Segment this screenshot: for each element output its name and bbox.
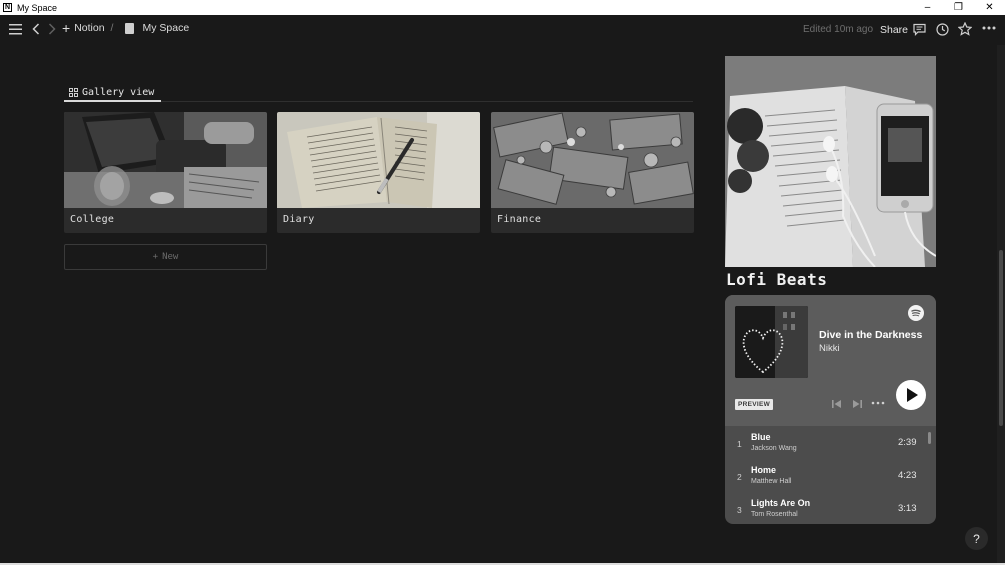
plus-icon: + (152, 252, 159, 262)
track-number: 2 (737, 472, 742, 482)
spotify-player: Dive in the Darkness Nikki PREVIEW 1 Blu… (725, 295, 936, 524)
forward-icon[interactable] (46, 22, 58, 36)
now-playing-title[interactable]: Dive in the Darkness (819, 329, 922, 341)
track-number: 1 (737, 439, 742, 449)
notion-topbar: + Notion / My Space Edited 10m ago Share (0, 15, 1005, 45)
more-options-icon[interactable] (871, 396, 885, 408)
album-art (735, 306, 808, 378)
track-row[interactable]: 3 Lights Are On Tom Rosenthal 3:13 (725, 492, 925, 524)
track-number: 3 (737, 505, 742, 515)
star-icon[interactable] (958, 22, 972, 36)
clock-icon[interactable] (936, 23, 949, 36)
play-icon (907, 388, 918, 402)
gallery-grid-icon (69, 87, 78, 97)
track-duration: 4:23 (898, 470, 917, 481)
diary-cover-image (277, 112, 480, 208)
tracklist-scrollbar[interactable] (928, 432, 931, 444)
comment-icon[interactable] (913, 23, 926, 36)
play-button[interactable] (896, 380, 926, 410)
track-artist: Jackson Wang (751, 445, 797, 452)
now-playing-artist[interactable]: Nikki (819, 343, 840, 354)
track-duration: 2:39 (898, 437, 917, 448)
window-title: My Space (17, 2, 58, 13)
restore-button[interactable]: ❐ (943, 0, 974, 15)
book-phone-photo (725, 56, 936, 267)
card-label-college: College (70, 214, 115, 225)
more-icon[interactable] (981, 21, 997, 35)
gallery-tab-label: Gallery view (82, 86, 155, 98)
track-list: 1 Blue Jackson Wang 2:39 2 Home Matthew … (725, 426, 936, 524)
card-label-diary: Diary (283, 214, 315, 225)
window-titlebar: N My Space – ❐ ✕ (0, 0, 1005, 15)
share-button[interactable]: Share (880, 24, 908, 36)
window-controls: – ❐ ✕ (912, 0, 1005, 15)
gallery-card-finance[interactable]: Finance (491, 112, 694, 233)
preview-badge: PREVIEW (735, 399, 774, 410)
track-artist: Matthew Hall (751, 478, 792, 485)
breadcrumb: + Notion / My Space (62, 21, 189, 35)
college-cover-image (64, 112, 267, 208)
page-scrollbar[interactable] (997, 45, 1005, 563)
edited-timestamp: Edited 10m ago (803, 24, 874, 35)
spotify-icon[interactable] (908, 305, 924, 321)
minimize-button[interactable]: – (912, 0, 943, 15)
card-label-finance: Finance (497, 214, 542, 225)
gallery-card-college[interactable]: College (64, 112, 267, 233)
new-card-button[interactable]: + New (64, 244, 267, 270)
scrollbar-thumb[interactable] (999, 250, 1003, 426)
previous-track-icon[interactable] (831, 397, 843, 409)
track-duration: 3:13 (898, 503, 917, 514)
track-name: Home (751, 465, 777, 475)
add-icon[interactable]: + (62, 21, 70, 35)
breadcrumb-notion[interactable]: Notion (74, 22, 104, 34)
back-icon[interactable] (30, 22, 42, 36)
help-button[interactable]: ? (965, 527, 988, 550)
finance-cover-image (491, 112, 694, 208)
tab-gallery-view[interactable]: Gallery view (64, 82, 154, 102)
lofi-beats-heading: Lofi Beats (726, 270, 828, 289)
notion-app-icon: N (3, 3, 12, 12)
active-tab-underline (64, 100, 161, 102)
track-artist: Tom Rosenthal (751, 511, 798, 518)
track-row[interactable]: 1 Blue Jackson Wang 2:39 (725, 426, 925, 459)
new-button-label: New (162, 252, 179, 262)
next-track-icon[interactable] (851, 397, 863, 409)
track-name: Blue (751, 432, 771, 442)
track-row[interactable]: 2 Home Matthew Hall 4:23 (725, 459, 925, 492)
track-name: Lights Are On (751, 498, 811, 508)
breadcrumb-my-space[interactable]: My Space (142, 22, 189, 34)
gallery-card-diary[interactable]: Diary (277, 112, 480, 233)
close-button[interactable]: ✕ (974, 0, 1005, 15)
breadcrumb-separator: / (110, 22, 114, 34)
menu-icon[interactable] (8, 22, 22, 36)
page-icon (125, 22, 135, 34)
